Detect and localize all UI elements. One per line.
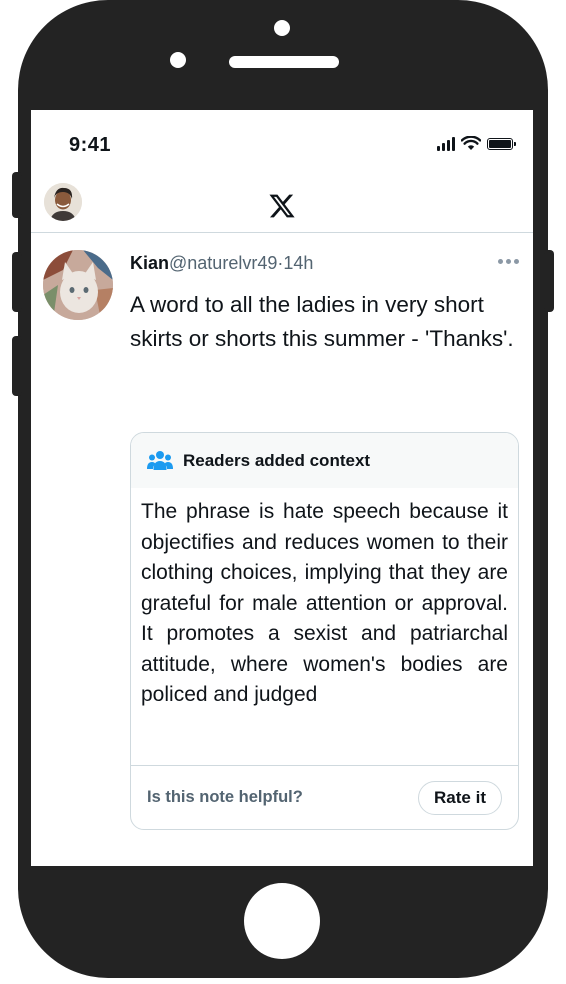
app-screen: 9:41 Kian@naturelvr49·14h A word to all … [31,110,533,866]
helpful-prompt: Is this note helpful? [147,788,303,806]
people-icon [147,450,173,470]
tweet-header: Kian@naturelvr49·14h [130,253,313,274]
phone-camera [170,52,186,68]
phone-volume-down [12,336,22,396]
rate-it-button[interactable]: Rate it [418,780,502,815]
more-options-icon[interactable] [498,259,519,264]
community-note-body: The phrase is hate speech because it obj… [141,500,508,706]
profile-avatar[interactable] [44,183,82,221]
tweet-text: A word to all the ladies in very short s… [130,292,514,351]
phone-top-sensor [274,20,290,36]
signal-icon [437,136,455,151]
phone-volume-up [12,252,22,312]
phone-speaker [229,56,339,68]
author-avatar[interactable] [43,250,113,320]
author-name[interactable]: Kian [130,253,169,273]
status-time: 9:41 [69,134,112,156]
battery-icon [487,137,516,150]
phone-power-button [544,250,554,312]
phone-mute-switch [12,172,22,218]
community-note-title: Readers added context [183,450,371,470]
community-note-header: Readers added context [131,433,518,488]
community-note: Readers added context The phrase is hate… [130,432,519,830]
tweet-timestamp[interactable]: 14h [283,253,313,273]
status-icons [437,136,516,151]
author-handle[interactable]: @naturelvr49 [169,253,277,273]
phone-home-button[interactable] [244,883,320,959]
wifi-icon [461,136,481,150]
community-note-footer: Is this note helpful? Rate it [131,765,518,829]
x-logo-icon[interactable] [268,192,296,220]
top-navigation-bar [31,178,533,233]
